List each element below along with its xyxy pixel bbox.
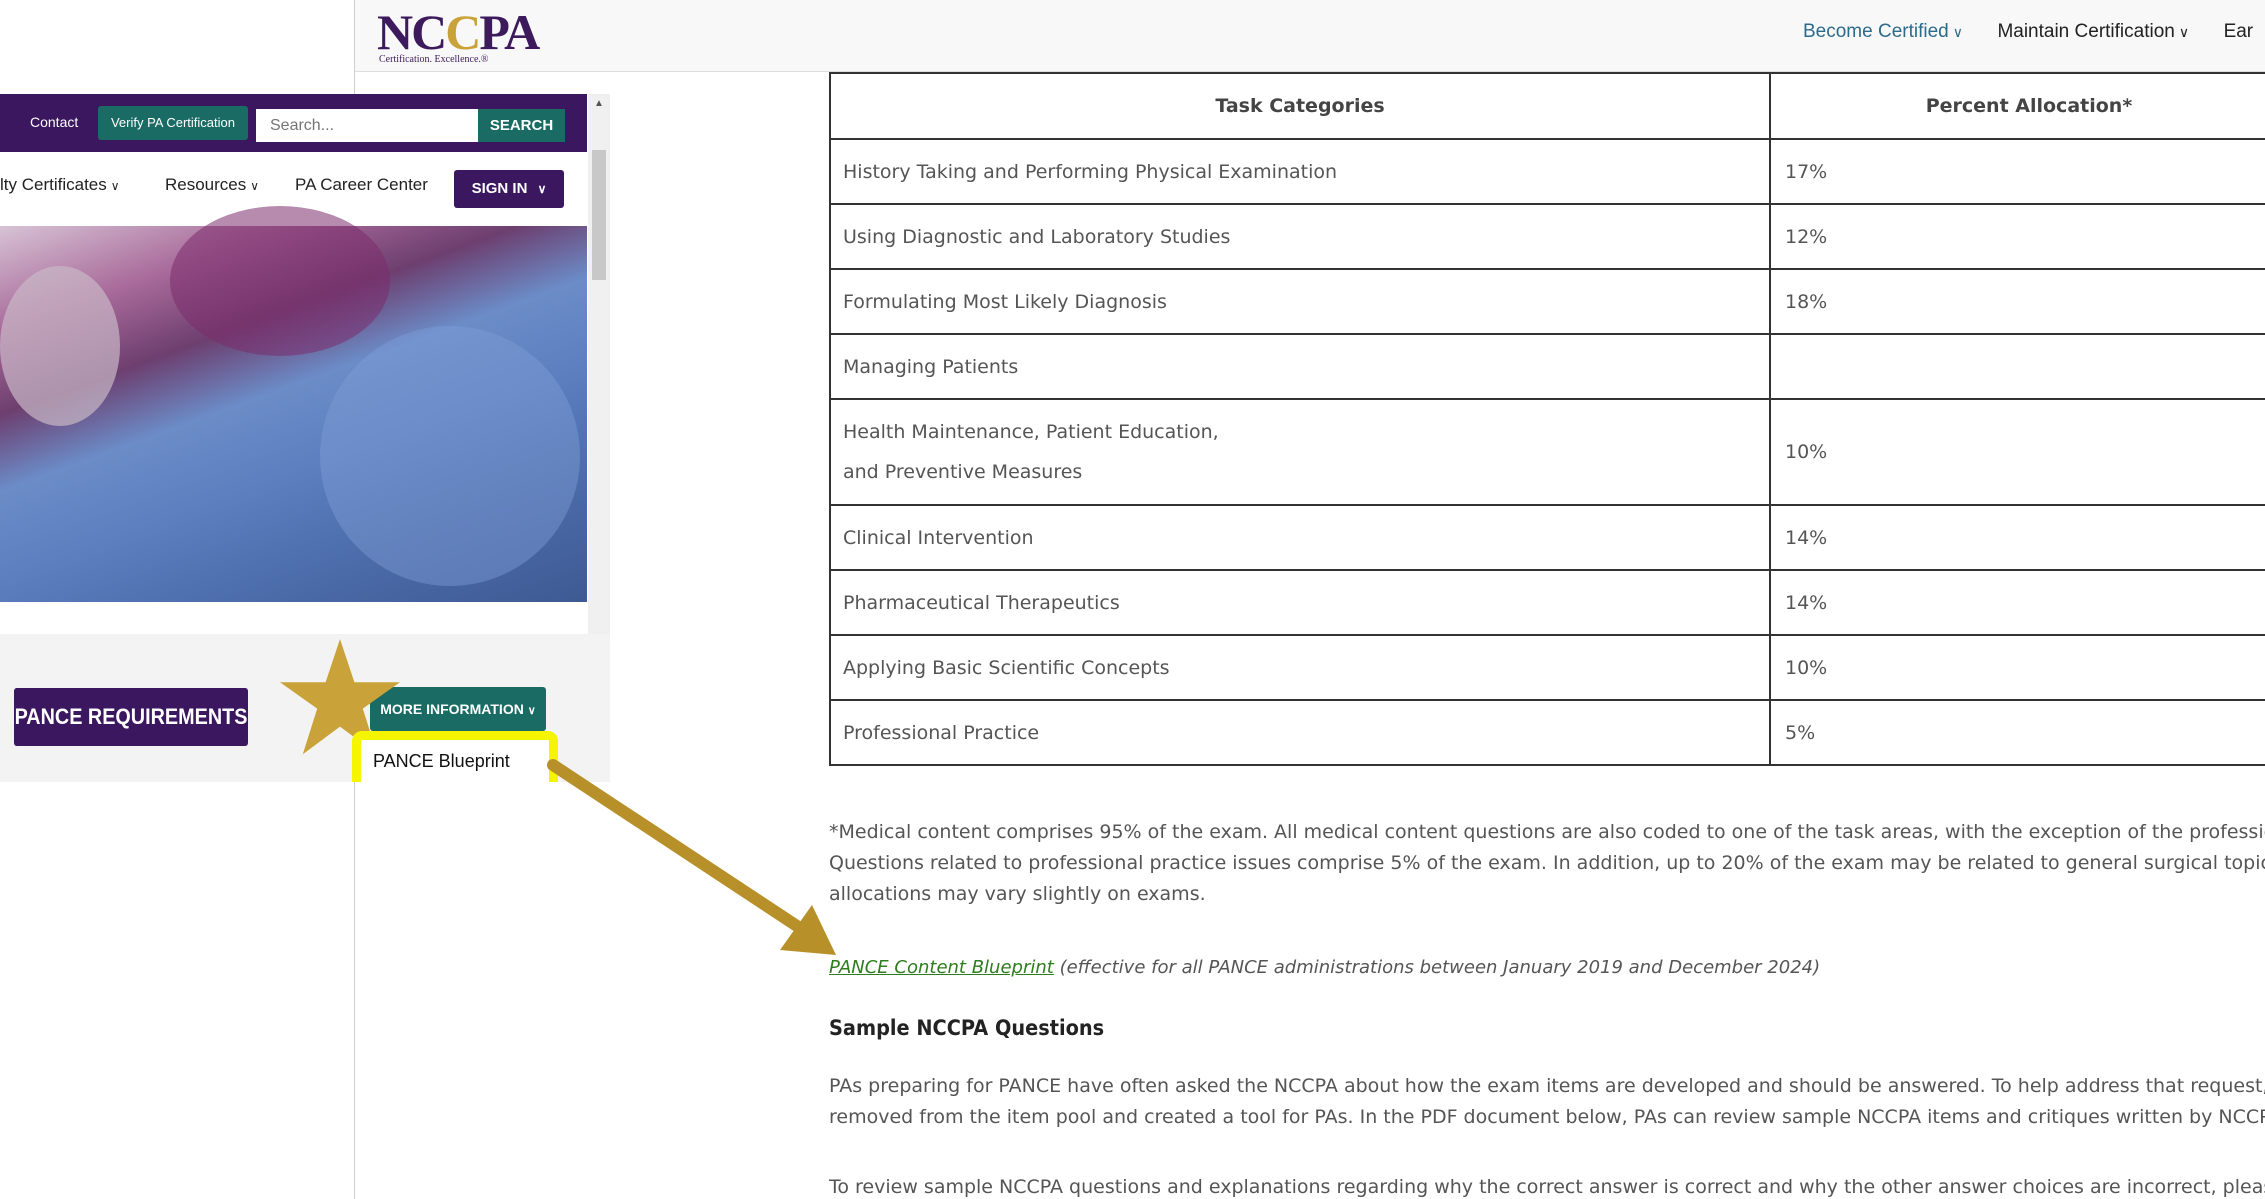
- hero-shape: [0, 266, 120, 426]
- task-category-cell: Applying Basic Scientific Concepts: [829, 634, 1771, 701]
- task-category-cell: Pharmaceutical Therapeutics: [829, 569, 1771, 636]
- chevron-down-icon: ∨: [1952, 24, 1963, 40]
- percent-cell: 14%: [1769, 569, 2265, 636]
- table-row: Managing Patients: [829, 333, 2265, 400]
- column-header-task-categories: Task Categories: [829, 72, 1771, 140]
- task-category-cell: Formulating Most Likely Diagnosis: [829, 268, 1771, 335]
- nav-become-certified[interactable]: Become Certified ∨: [1803, 20, 1963, 44]
- logo-wordmark: NCCPA: [377, 4, 540, 60]
- pance-blueprint-menu-item[interactable]: PANCE Blueprint: [352, 731, 558, 782]
- scrollbar-thumb[interactable]: [592, 150, 606, 280]
- task-category-cell: Using Diagnostic and Laboratory Studies: [829, 203, 1771, 270]
- nav-specialty-certificates[interactable]: lty Certificates ∨: [0, 170, 120, 201]
- percent-cell: 10%: [1769, 634, 2265, 701]
- table-row: Clinical Intervention 14%: [829, 504, 2265, 571]
- nccpa-logo[interactable]: NCCPA Certification. Excellence.®: [377, 4, 540, 66]
- percent-cell: 12%: [1769, 203, 2265, 270]
- percent-cell: 17%: [1769, 138, 2265, 205]
- utility-bar: Contact Verify PA Certification SEARCH: [0, 94, 587, 152]
- task-category-cell: Clinical Intervention: [829, 504, 1771, 571]
- percent-cell: 10%: [1769, 398, 2265, 506]
- nav-resources[interactable]: Resources ∨: [165, 170, 259, 201]
- chevron-down-icon: ∨: [527, 705, 536, 717]
- main-page: NCCPA Certification. Excellence.® Become…: [354, 0, 2265, 1199]
- sample-questions-paragraph: PAs preparing for PANCE have often asked…: [829, 1075, 2265, 1128]
- top-nav: Become Certified ∨ Maintain Certification…: [1803, 20, 2265, 44]
- task-category-cell: Professional Practice: [829, 699, 1771, 766]
- table-header-row: Task Categories Percent Allocation*: [829, 72, 2265, 140]
- scroll-up-icon[interactable]: ▲: [594, 98, 604, 109]
- table-row: Using Diagnostic and Laboratory Studies 1…: [829, 203, 2265, 270]
- chevron-down-icon: ∨: [110, 179, 120, 193]
- search-button[interactable]: SEARCH: [478, 109, 565, 142]
- hero-image: [0, 206, 587, 602]
- table-row: Formulating Most Likely Diagnosis 18%: [829, 268, 2265, 335]
- pance-requirements-button[interactable]: PANCE REQUIREMENTS: [14, 688, 248, 746]
- pance-content-blueprint-link[interactable]: PANCE Content Blueprint: [829, 957, 1054, 978]
- hero-shape: [320, 326, 580, 586]
- task-category-cell: Managing Patients: [829, 333, 1771, 400]
- table-row: Applying Basic Scientific Concepts 10%: [829, 634, 2265, 701]
- table-row: Pharmaceutical Therapeutics 14%: [829, 569, 2265, 636]
- percent-cell: 14%: [1769, 504, 2265, 571]
- contact-link[interactable]: Contact: [30, 114, 78, 130]
- task-category-cell: History Taking and Performing Physical E…: [829, 138, 1771, 205]
- hero-shape: [170, 206, 390, 356]
- search-input[interactable]: [256, 109, 478, 142]
- task-category-cell: Health Maintenance, Patient Education, an…: [829, 398, 1771, 506]
- percent-cell: 5%: [1769, 699, 2265, 766]
- site-header: NCCPA Certification. Excellence.® Become…: [355, 0, 2265, 72]
- table-row: Health Maintenance, Patient Education, an…: [829, 398, 2265, 506]
- nav-earn[interactable]: Ear: [2224, 20, 2254, 44]
- chevron-down-icon: ∨: [250, 179, 260, 193]
- percent-cell: 18%: [1769, 268, 2265, 335]
- percent-cell: [1769, 333, 2265, 400]
- task-allocation-table: Task Categories Percent Allocation* Hist…: [829, 72, 2265, 766]
- blueprint-line: PANCE Content Blueprint (effective for a…: [829, 957, 1821, 978]
- sample-questions-heading: Sample NCCPA Questions: [829, 1016, 1105, 1040]
- chevron-down-icon: ∨: [537, 182, 547, 196]
- sign-in-button[interactable]: SIGN IN ∨: [454, 170, 564, 208]
- table-row: History Taking and Performing Physical E…: [829, 138, 2265, 205]
- logo-tagline: Certification. Excellence.®: [379, 54, 489, 65]
- table-row: Professional Practice 5%: [829, 699, 2265, 766]
- nav-pa-career-center[interactable]: PA Career Center: [295, 170, 428, 200]
- table-footnote: *Medical content comprises 95% of the ex…: [829, 821, 2265, 905]
- review-paragraph: To review sample NCCPA questions and exp…: [829, 1176, 2265, 1198]
- chevron-down-icon: ∨: [2178, 24, 2190, 40]
- verify-pa-certification-button[interactable]: Verify PA Certification: [98, 106, 248, 140]
- inset-screenshot: Contact Verify PA Certification SEARCH ▲…: [0, 94, 610, 782]
- column-header-percent-allocation: Percent Allocation*: [1769, 72, 2265, 140]
- nav-maintain-certification[interactable]: Maintain Certification ∨: [1997, 20, 2189, 44]
